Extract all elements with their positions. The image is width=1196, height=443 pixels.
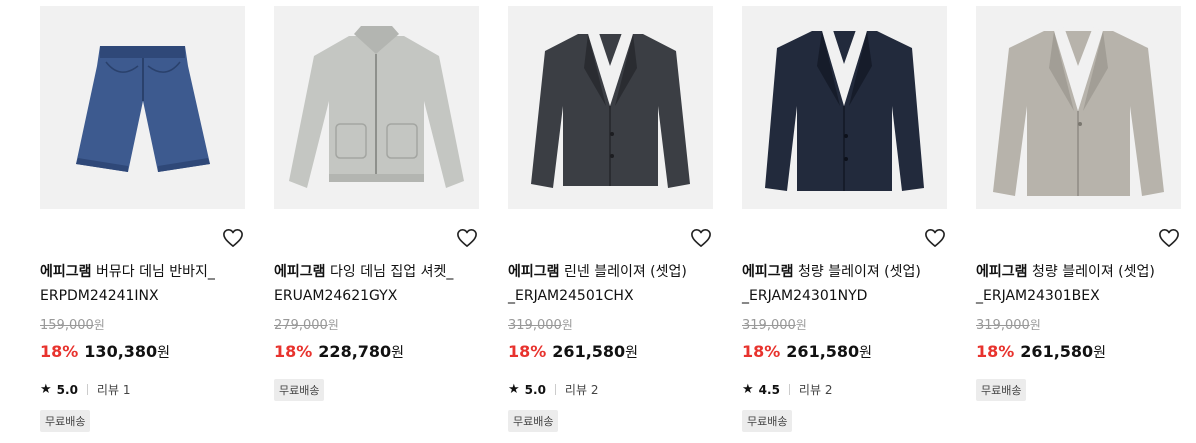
sale-price: 261,580: [552, 342, 626, 361]
original-price-value: 279,000: [274, 318, 328, 333]
original-price: 319,000원: [742, 316, 807, 333]
product-name: 다잉 데님 집업 셔켓_: [329, 264, 454, 280]
discount-rate: 18%: [976, 342, 1015, 361]
original-price: 279,000원: [274, 316, 339, 333]
original-price-value: 159,000: [40, 318, 94, 333]
discount-rate: 18%: [742, 342, 781, 361]
rating-row: ★ 5.0 리뷰 1: [40, 381, 130, 398]
product-code: _ERJAM24301BEX: [976, 288, 1100, 304]
original-price-value: 319,000: [508, 318, 562, 333]
divider: [86, 384, 88, 395]
original-price-currency: 원: [795, 318, 807, 332]
product-code: ERPDM24241INX: [40, 288, 159, 304]
original-price-currency: 원: [93, 318, 105, 332]
star-icon: ★: [40, 382, 52, 397]
charcoal-blazer-image: [508, 6, 713, 209]
sale-price: 130,380: [84, 342, 158, 361]
original-price-currency: 원: [327, 318, 339, 332]
denim-shorts-image: [40, 6, 245, 209]
product-title[interactable]: 에피그램 청량 블레이져 (셋업) _ERJAM24301NYD: [742, 260, 952, 308]
original-price: 159,000원: [40, 316, 105, 333]
product-card[interactable]: 에피그램 청량 블레이져 (셋업) _ERJAM24301NYD 319,000…: [742, 6, 947, 432]
product-image-denim-shorts[interactable]: [40, 6, 245, 209]
product-title[interactable]: 에피그램 린넨 블레이져 (셋업) _ERJAM24501CHX: [508, 260, 718, 308]
sale-price-currency: 원: [391, 345, 405, 361]
sale-price-row: 18% 261,580원: [976, 342, 1106, 362]
free-shipping-badge: 무료배송: [508, 410, 559, 432]
divider: [788, 384, 790, 395]
zip-shirt-jacket-image: [274, 6, 479, 209]
product-title[interactable]: 에피그램 다잉 데님 집업 셔켓_ ERUAM24621GYX: [274, 260, 484, 308]
sale-price: 228,780: [318, 342, 392, 361]
product-image-navy-blazer[interactable]: [742, 6, 947, 209]
rating-row: ★ 4.5 리뷰 2: [742, 381, 832, 398]
star-icon: ★: [508, 382, 520, 397]
brand-name: 에피그램: [976, 264, 1028, 280]
brand-name: 에피그램: [742, 264, 794, 280]
brand-name: 에피그램: [508, 264, 560, 280]
sale-price-currency: 원: [859, 345, 873, 361]
product-card[interactable]: 에피그램 다잉 데님 집업 셔켓_ ERUAM24621GYX 279,000원…: [274, 6, 479, 401]
product-name: 청량 블레이져 (셋업): [1031, 264, 1155, 280]
original-price-currency: 원: [561, 318, 573, 332]
free-shipping-badge: 무료배송: [742, 410, 793, 432]
sale-price-currency: 원: [625, 345, 639, 361]
review-count: 리뷰 1: [96, 383, 131, 397]
product-name: 버뮤다 데님 반바지_: [95, 264, 215, 280]
discount-rate: 18%: [274, 342, 313, 361]
sale-price-currency: 원: [1093, 345, 1107, 361]
product-title[interactable]: 에피그램 버뮤다 데님 반바지_ ERPDM24241INX: [40, 260, 250, 308]
navy-blazer-image: [742, 6, 947, 209]
product-name: 청량 블레이져 (셋업): [797, 264, 921, 280]
product-title[interactable]: 에피그램 청량 블레이져 (셋업) _ERJAM24301BEX: [976, 260, 1186, 308]
wishlist-heart-icon[interactable]: [689, 227, 713, 249]
rating-score: 5.0: [524, 382, 546, 397]
product-grid: 에피그램 버뮤다 데님 반바지_ ERPDM24241INX 159,000원 …: [0, 0, 1196, 443]
brand-name: 에피그램: [40, 264, 92, 280]
original-price: 319,000원: [508, 316, 573, 333]
star-icon: ★: [742, 382, 754, 397]
brand-name: 에피그램: [274, 264, 326, 280]
product-name: 린넨 블레이져 (셋업): [563, 264, 687, 280]
wishlist-heart-icon[interactable]: [221, 227, 245, 249]
product-code: ERUAM24621GYX: [274, 288, 398, 304]
original-price-value: 319,000: [742, 318, 796, 333]
beige-blazer-image: [976, 6, 1181, 209]
product-card[interactable]: 에피그램 버뮤다 데님 반바지_ ERPDM24241INX 159,000원 …: [40, 6, 245, 432]
sale-price-row: 18% 261,580원: [508, 342, 638, 362]
product-card[interactable]: 에피그램 청량 블레이져 (셋업) _ERJAM24301BEX 319,000…: [976, 6, 1181, 401]
review-count: 리뷰 2: [564, 383, 599, 397]
discount-rate: 18%: [508, 342, 547, 361]
sale-price-row: 18% 228,780원: [274, 342, 404, 362]
divider: [554, 384, 556, 395]
original-price-currency: 원: [1029, 318, 1041, 332]
rating-score: 4.5: [758, 382, 780, 397]
free-shipping-badge: 무료배송: [274, 379, 325, 401]
product-image-zip-shirt-jacket[interactable]: [274, 6, 479, 209]
sale-price-currency: 원: [157, 345, 171, 361]
sale-price-row: 18% 261,580원: [742, 342, 872, 362]
product-code: _ERJAM24301NYD: [742, 288, 868, 304]
product-image-charcoal-blazer[interactable]: [508, 6, 713, 209]
product-image-beige-blazer[interactable]: [976, 6, 1181, 209]
review-count: 리뷰 2: [798, 383, 833, 397]
rating-score: 5.0: [56, 382, 78, 397]
discount-rate: 18%: [40, 342, 79, 361]
wishlist-heart-icon[interactable]: [1157, 227, 1181, 249]
wishlist-heart-icon[interactable]: [923, 227, 947, 249]
free-shipping-badge: 무료배송: [40, 410, 91, 432]
sale-price: 261,580: [786, 342, 860, 361]
sale-price-row: 18% 130,380원: [40, 342, 170, 362]
product-code: _ERJAM24501CHX: [508, 288, 634, 304]
wishlist-heart-icon[interactable]: [455, 227, 479, 249]
original-price: 319,000원: [976, 316, 1041, 333]
free-shipping-badge: 무료배송: [976, 379, 1027, 401]
original-price-value: 319,000: [976, 318, 1030, 333]
product-card[interactable]: 에피그램 린넨 블레이져 (셋업) _ERJAM24501CHX 319,000…: [508, 6, 713, 432]
rating-row: ★ 5.0 리뷰 2: [508, 381, 598, 398]
sale-price: 261,580: [1020, 342, 1094, 361]
